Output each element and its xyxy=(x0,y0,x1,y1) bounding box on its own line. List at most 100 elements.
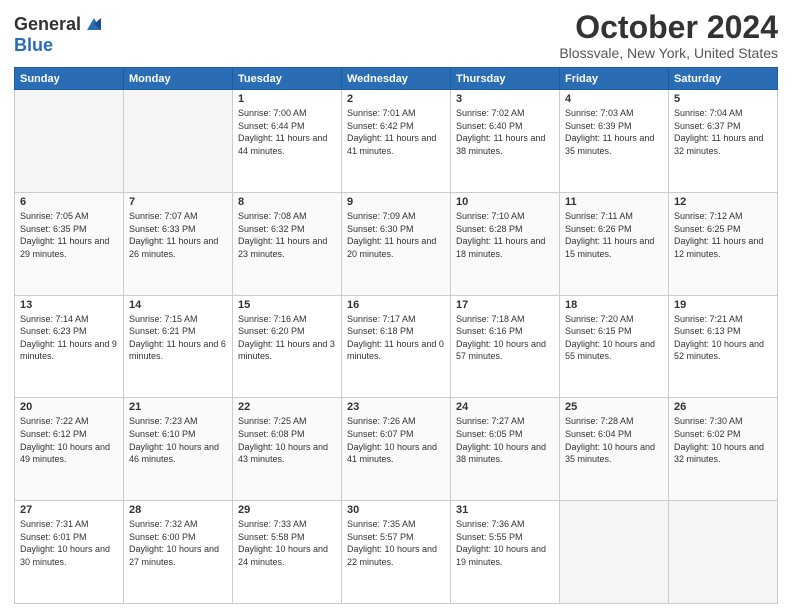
logo: General Blue xyxy=(14,10,105,56)
table-row: 7 Sunrise: 7:07 AMSunset: 6:33 PMDaylight… xyxy=(124,192,233,295)
day-number: 7 xyxy=(129,196,227,208)
table-row xyxy=(15,90,124,193)
header-friday: Friday xyxy=(560,68,669,90)
table-row: 1 Sunrise: 7:00 AMSunset: 6:44 PMDaylight… xyxy=(233,90,342,193)
table-row: 19Sunrise: 7:21 AMSunset: 6:13 PMDayligh… xyxy=(669,295,778,398)
day-number: 30 xyxy=(347,504,445,516)
header-sunday: Sunday xyxy=(15,68,124,90)
calendar-table: Sunday Monday Tuesday Wednesday Thursday… xyxy=(14,67,778,604)
table-row: 3 Sunrise: 7:02 AMSunset: 6:40 PMDaylight… xyxy=(451,90,560,193)
day-info: Sunrise: 7:18 AMSunset: 6:16 PMDaylight:… xyxy=(456,313,554,363)
title-block: October 2024 Blossvale, New York, United… xyxy=(559,10,778,61)
table-row: 27 Sunrise: 7:31 AMSunset: 6:01 PMDayligh… xyxy=(15,501,124,604)
week-row-3: 20Sunrise: 7:22 AMSunset: 6:12 PMDayligh… xyxy=(15,398,778,501)
day-info: Sunrise: 7:12 AMSunset: 6:25 PMDaylight:… xyxy=(674,210,772,260)
day-number: 24 xyxy=(456,401,554,413)
day-info: Sunrise: 7:31 AMSunset: 6:01 PMDaylight:… xyxy=(20,518,118,568)
day-info: Sunrise: 7:16 AMSunset: 6:20 PMDaylight:… xyxy=(238,313,336,363)
day-info: Sunrise: 7:03 AMSunset: 6:39 PMDaylight:… xyxy=(565,107,663,157)
day-number: 20 xyxy=(20,401,118,413)
table-row: 13 Sunrise: 7:14 AMSunset: 6:23 PMDayligh… xyxy=(15,295,124,398)
day-info: Sunrise: 7:32 AMSunset: 6:00 PMDaylight:… xyxy=(129,518,227,568)
location: Blossvale, New York, United States xyxy=(559,45,778,61)
table-row: 21Sunrise: 7:23 AMSunset: 6:10 PMDayligh… xyxy=(124,398,233,501)
day-info: Sunrise: 7:33 AMSunset: 5:58 PMDaylight:… xyxy=(238,518,336,568)
table-row: 12Sunrise: 7:12 AMSunset: 6:25 PMDayligh… xyxy=(669,192,778,295)
table-row: 2Sunrise: 7:01 AMSunset: 6:42 PMDaylight… xyxy=(342,90,451,193)
day-info: Sunrise: 7:21 AMSunset: 6:13 PMDaylight:… xyxy=(674,313,772,363)
table-row: 17 Sunrise: 7:18 AMSunset: 6:16 PMDayligh… xyxy=(451,295,560,398)
day-info: Sunrise: 7:36 AMSunset: 5:55 PMDaylight:… xyxy=(456,518,554,568)
day-number: 17 xyxy=(456,299,554,311)
day-info: Sunrise: 7:15 AMSunset: 6:21 PMDaylight:… xyxy=(129,313,227,363)
table-row: 14 Sunrise: 7:15 AMSunset: 6:21 PMDayligh… xyxy=(124,295,233,398)
day-info: Sunrise: 7:17 AMSunset: 6:18 PMDaylight:… xyxy=(347,313,445,363)
day-number: 6 xyxy=(20,196,118,208)
logo-blue-text: Blue xyxy=(14,35,53,56)
day-info: Sunrise: 7:20 AMSunset: 6:15 PMDaylight:… xyxy=(565,313,663,363)
day-number: 27 xyxy=(20,504,118,516)
day-number: 29 xyxy=(238,504,336,516)
day-number: 10 xyxy=(456,196,554,208)
day-number: 8 xyxy=(238,196,336,208)
table-row: 26 Sunrise: 7:30 AMSunset: 6:02 PMDayligh… xyxy=(669,398,778,501)
header-saturday: Saturday xyxy=(669,68,778,90)
day-number: 15 xyxy=(238,299,336,311)
table-row xyxy=(669,501,778,604)
day-number: 16 xyxy=(347,299,445,311)
day-info: Sunrise: 7:25 AMSunset: 6:08 PMDaylight:… xyxy=(238,415,336,465)
day-info: Sunrise: 7:09 AMSunset: 6:30 PMDaylight:… xyxy=(347,210,445,260)
table-row: 16 Sunrise: 7:17 AMSunset: 6:18 PMDayligh… xyxy=(342,295,451,398)
day-number: 23 xyxy=(347,401,445,413)
day-info: Sunrise: 7:00 AMSunset: 6:44 PMDaylight:… xyxy=(238,107,336,157)
day-number: 5 xyxy=(674,93,772,105)
header-thursday: Thursday xyxy=(451,68,560,90)
table-row: 5Sunrise: 7:04 AMSunset: 6:37 PMDaylight… xyxy=(669,90,778,193)
day-info: Sunrise: 7:27 AMSunset: 6:05 PMDaylight:… xyxy=(456,415,554,465)
week-row-4: 27 Sunrise: 7:31 AMSunset: 6:01 PMDayligh… xyxy=(15,501,778,604)
day-number: 3 xyxy=(456,93,554,105)
table-row: 25Sunrise: 7:28 AMSunset: 6:04 PMDayligh… xyxy=(560,398,669,501)
day-info: Sunrise: 7:35 AMSunset: 5:57 PMDaylight:… xyxy=(347,518,445,568)
day-number: 18 xyxy=(565,299,663,311)
table-row: 28Sunrise: 7:32 AMSunset: 6:00 PMDayligh… xyxy=(124,501,233,604)
day-info: Sunrise: 7:01 AMSunset: 6:42 PMDaylight:… xyxy=(347,107,445,157)
day-number: 1 xyxy=(238,93,336,105)
header-monday: Monday xyxy=(124,68,233,90)
day-info: Sunrise: 7:02 AMSunset: 6:40 PMDaylight:… xyxy=(456,107,554,157)
table-row: 24 Sunrise: 7:27 AMSunset: 6:05 PMDayligh… xyxy=(451,398,560,501)
day-number: 31 xyxy=(456,504,554,516)
table-row: 20Sunrise: 7:22 AMSunset: 6:12 PMDayligh… xyxy=(15,398,124,501)
logo-icon xyxy=(83,16,105,34)
day-number: 26 xyxy=(674,401,772,413)
page: General Blue October 2024 Blossvale, New… xyxy=(0,0,792,612)
day-number: 22 xyxy=(238,401,336,413)
table-row: 8 Sunrise: 7:08 AMSunset: 6:32 PMDaylight… xyxy=(233,192,342,295)
day-info: Sunrise: 7:30 AMSunset: 6:02 PMDaylight:… xyxy=(674,415,772,465)
day-info: Sunrise: 7:11 AMSunset: 6:26 PMDaylight:… xyxy=(565,210,663,260)
table-row: 6 Sunrise: 7:05 AMSunset: 6:35 PMDaylight… xyxy=(15,192,124,295)
day-info: Sunrise: 7:10 AMSunset: 6:28 PMDaylight:… xyxy=(456,210,554,260)
day-number: 9 xyxy=(347,196,445,208)
day-info: Sunrise: 7:07 AMSunset: 6:33 PMDaylight:… xyxy=(129,210,227,260)
day-info: Sunrise: 7:26 AMSunset: 6:07 PMDaylight:… xyxy=(347,415,445,465)
header: General Blue October 2024 Blossvale, New… xyxy=(14,10,778,61)
week-row-0: 1 Sunrise: 7:00 AMSunset: 6:44 PMDaylight… xyxy=(15,90,778,193)
table-row: 9 Sunrise: 7:09 AMSunset: 6:30 PMDaylight… xyxy=(342,192,451,295)
table-row: 22 Sunrise: 7:25 AMSunset: 6:08 PMDayligh… xyxy=(233,398,342,501)
table-row: 31 Sunrise: 7:36 AMSunset: 5:55 PMDayligh… xyxy=(451,501,560,604)
table-row: 11Sunrise: 7:11 AMSunset: 6:26 PMDayligh… xyxy=(560,192,669,295)
table-row: 15 Sunrise: 7:16 AMSunset: 6:20 PMDayligh… xyxy=(233,295,342,398)
day-info: Sunrise: 7:05 AMSunset: 6:35 PMDaylight:… xyxy=(20,210,118,260)
table-row: 30 Sunrise: 7:35 AMSunset: 5:57 PMDayligh… xyxy=(342,501,451,604)
day-info: Sunrise: 7:08 AMSunset: 6:32 PMDaylight:… xyxy=(238,210,336,260)
table-row: 18 Sunrise: 7:20 AMSunset: 6:15 PMDayligh… xyxy=(560,295,669,398)
table-row: 23 Sunrise: 7:26 AMSunset: 6:07 PMDayligh… xyxy=(342,398,451,501)
table-row: 4Sunrise: 7:03 AMSunset: 6:39 PMDaylight… xyxy=(560,90,669,193)
week-row-2: 13 Sunrise: 7:14 AMSunset: 6:23 PMDayligh… xyxy=(15,295,778,398)
day-number: 14 xyxy=(129,299,227,311)
day-info: Sunrise: 7:28 AMSunset: 6:04 PMDaylight:… xyxy=(565,415,663,465)
day-info: Sunrise: 7:14 AMSunset: 6:23 PMDaylight:… xyxy=(20,313,118,363)
day-number: 13 xyxy=(20,299,118,311)
weekday-header-row: Sunday Monday Tuesday Wednesday Thursday… xyxy=(15,68,778,90)
